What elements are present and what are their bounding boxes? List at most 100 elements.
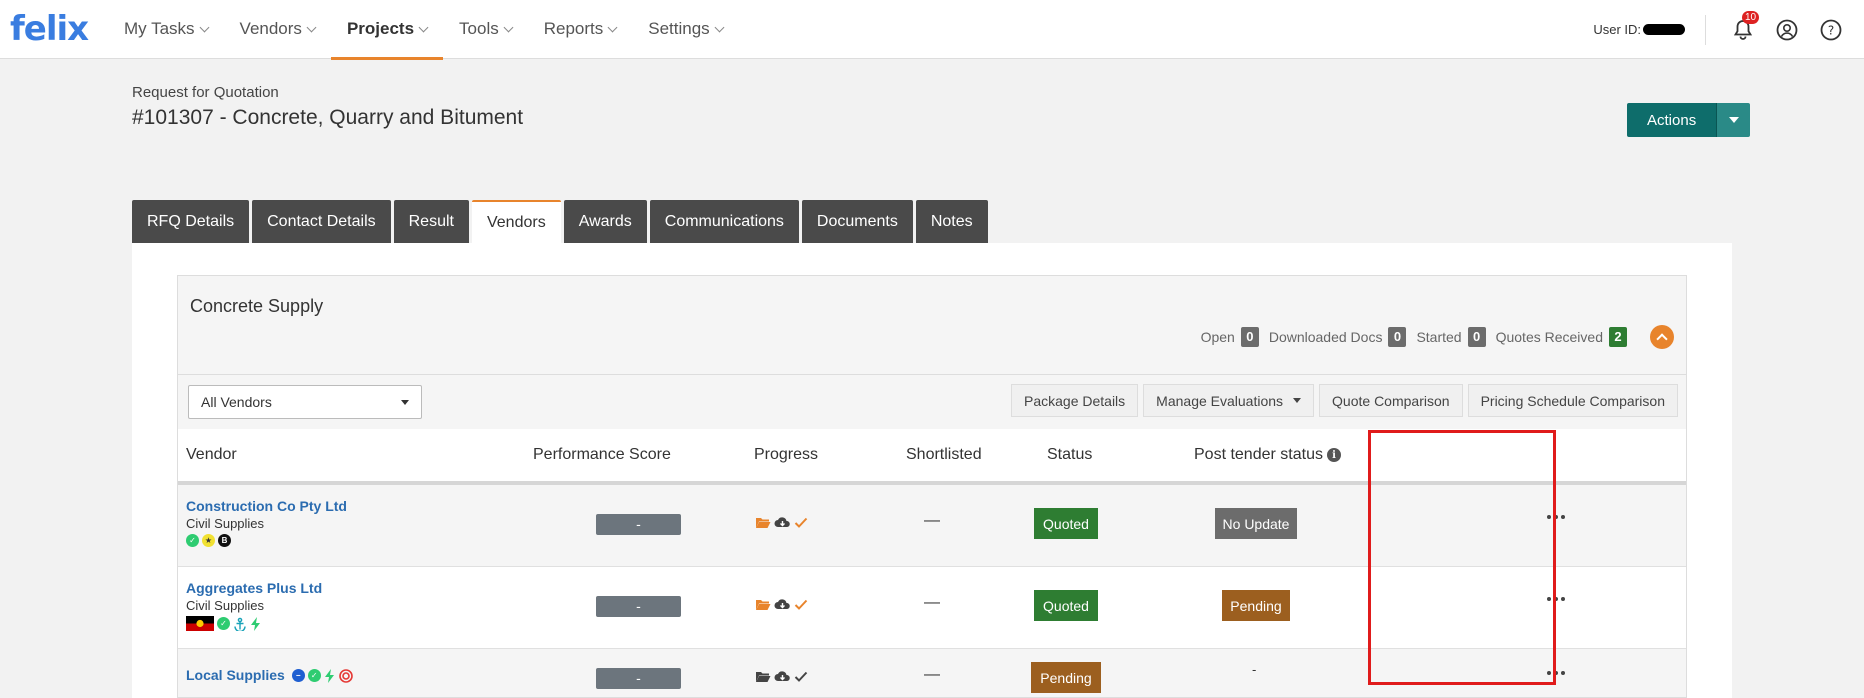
downloaded-count: 0 xyxy=(1388,327,1407,347)
verified-check-icon: ✓ xyxy=(186,534,199,547)
check-icon xyxy=(794,517,808,528)
check-icon xyxy=(794,671,808,682)
package-details-button[interactable]: Package Details xyxy=(1011,384,1139,417)
col-progress[interactable]: Progress xyxy=(754,429,818,481)
vendors-table: Vendor Performance Score Progress Shortl… xyxy=(178,429,1686,698)
progress-icons xyxy=(755,516,808,529)
tab-result[interactable]: Result xyxy=(393,200,469,243)
vendor-filter-select[interactable]: All Vendors xyxy=(188,385,422,419)
star-icon: ★ xyxy=(202,534,215,547)
divider xyxy=(178,374,1686,375)
chevron-down-icon xyxy=(607,22,618,32)
package-toolbar: Package Details Manage Evaluations Quote… xyxy=(1011,384,1678,417)
actions-button-group: Actions xyxy=(1627,103,1751,137)
vendor-category: Civil Supplies xyxy=(186,598,265,613)
nav-my-tasks[interactable]: My Tasks xyxy=(108,0,224,59)
col-shortlisted[interactable]: Shortlisted xyxy=(906,429,982,481)
tab-contact-details[interactable]: Contact Details xyxy=(252,200,391,243)
package-counts: Open 0 Downloaded Docs 0 Started 0 Quotes R… xyxy=(1201,327,1631,347)
vendor-badges: ✓ ★ B xyxy=(186,534,231,547)
post-tender-status-badge: No Update xyxy=(1215,508,1297,539)
pricing-schedule-button[interactable]: Pricing Schedule Comparison xyxy=(1467,384,1678,417)
tab-awards[interactable]: Awards xyxy=(563,200,647,243)
check-icon xyxy=(794,599,808,610)
nav-reports[interactable]: Reports xyxy=(528,0,633,59)
info-icon[interactable]: i xyxy=(1326,448,1341,462)
performance-score: - xyxy=(596,668,681,689)
tab-rfq-details[interactable]: RFQ Details xyxy=(132,200,250,243)
user-id: User ID: xyxy=(1593,22,1685,37)
b-badge-icon: B xyxy=(218,534,231,547)
bell-icon[interactable]: 10 xyxy=(1732,10,1760,41)
tab-communications[interactable]: Communications xyxy=(649,200,799,243)
col-vendor[interactable]: Vendor xyxy=(186,429,237,481)
col-status[interactable]: Status xyxy=(1047,429,1092,481)
logo[interactable]: felix xyxy=(10,9,108,49)
open-count: 0 xyxy=(1240,327,1259,347)
shortlisted-value: — xyxy=(924,666,940,683)
nav-vendors[interactable]: Vendors xyxy=(224,0,331,59)
svg-text:?: ? xyxy=(1828,23,1834,37)
post-tender-status-badge: Pending xyxy=(1222,590,1290,621)
status-badge: Quoted xyxy=(1034,508,1098,539)
started-count: 0 xyxy=(1467,327,1486,347)
quotes-count: 2 xyxy=(1609,327,1627,347)
nav-settings[interactable]: Settings xyxy=(632,0,738,59)
tab-vendors[interactable]: Vendors xyxy=(471,200,561,243)
help-icon[interactable]: ? xyxy=(1820,19,1842,41)
collapse-toggle-icon[interactable] xyxy=(1650,325,1674,349)
performance-score: - xyxy=(596,514,681,535)
vendor-badges: ✓ xyxy=(186,616,262,631)
folder-open-icon xyxy=(756,600,771,610)
redacted-user-id xyxy=(1643,24,1685,35)
quote-comparison-button[interactable]: Quote Comparison xyxy=(1319,384,1463,417)
actions-button[interactable]: Actions xyxy=(1627,103,1717,137)
aboriginal-flag-icon xyxy=(186,616,214,631)
package-title: Concrete Supply xyxy=(190,296,324,316)
row-more-icon[interactable] xyxy=(1547,515,1565,519)
shortlisted-value: — xyxy=(924,594,940,611)
status-badge: Quoted xyxy=(1034,590,1098,621)
status-badge: Pending xyxy=(1031,662,1101,693)
vendor-name-link[interactable]: Aggregates Plus Ltd xyxy=(186,580,322,596)
target-icon xyxy=(338,669,353,684)
vendor-name-link[interactable]: Construction Co Pty Ltd xyxy=(186,498,347,514)
nav-divider xyxy=(1705,14,1706,45)
verified-check-icon: ✓ xyxy=(217,617,230,630)
cloud-download-icon xyxy=(774,599,790,609)
table-header: Vendor Performance Score Progress Shortl… xyxy=(178,429,1686,485)
tab-notes[interactable]: Notes xyxy=(915,200,988,243)
performance-score: - xyxy=(596,596,681,617)
select-arrow-icon xyxy=(401,399,409,405)
chevron-down-icon xyxy=(306,22,317,32)
table-row: Construction Co Pty Ltd Civil Supplies ✓… xyxy=(178,485,1686,567)
cloud-download-icon xyxy=(774,517,790,527)
manage-evaluations-button[interactable]: Manage Evaluations xyxy=(1143,384,1315,417)
folder-open-icon xyxy=(756,672,771,682)
user-circle-icon[interactable] xyxy=(1776,19,1798,41)
tab-bar: RFQ Details Contact Details Result Vendo… xyxy=(132,200,988,243)
anchor-icon xyxy=(234,617,246,631)
actions-dropdown-toggle[interactable] xyxy=(1716,103,1751,137)
row-more-icon[interactable] xyxy=(1547,671,1565,675)
tab-documents[interactable]: Documents xyxy=(801,200,913,243)
vendors-panel: Concrete Supply Open 0 Downloaded Docs 0 S… xyxy=(132,243,1732,698)
chevron-down-icon xyxy=(418,22,429,32)
verified-check-icon: ✓ xyxy=(307,669,321,683)
folder-open-icon xyxy=(756,518,771,528)
minus-circle-icon: − xyxy=(291,669,305,683)
lightning-icon xyxy=(324,669,334,684)
nav-tools[interactable]: Tools xyxy=(443,0,528,59)
col-performance[interactable]: Performance Score xyxy=(533,429,671,481)
top-nav: felix My Tasks Vendors Projects Tools Re… xyxy=(0,0,1864,60)
cloud-download-icon xyxy=(774,671,790,681)
row-more-icon[interactable] xyxy=(1547,597,1565,601)
chevron-down-icon xyxy=(714,22,725,32)
page-subtitle: Request for Quotation xyxy=(132,84,279,101)
notification-badge: 10 xyxy=(1742,10,1760,24)
package-card: Concrete Supply Open 0 Downloaded Docs 0 S… xyxy=(177,275,1687,698)
col-post-tender[interactable]: Post tender status i xyxy=(1194,429,1341,481)
post-tender-status-value: - xyxy=(1252,662,1257,677)
vendor-name-link[interactable]: Local Supplies − ✓ xyxy=(186,667,353,684)
nav-projects[interactable]: Projects xyxy=(330,0,444,60)
